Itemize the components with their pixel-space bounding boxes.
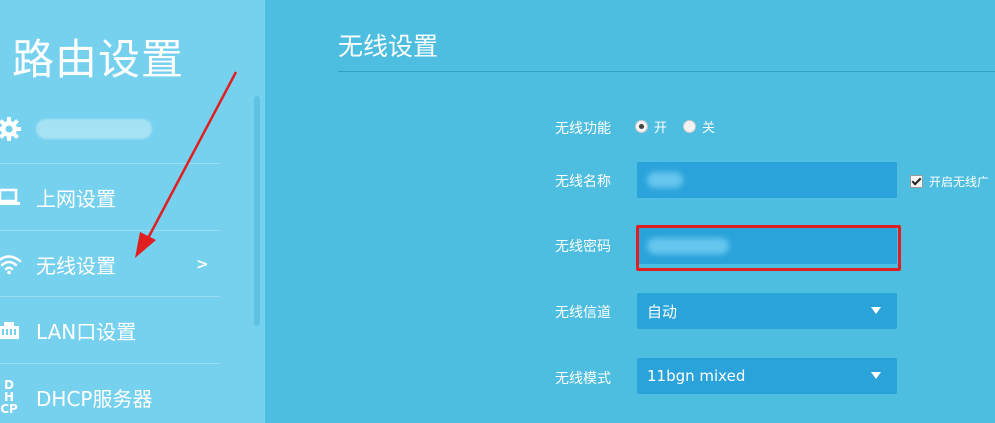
main-panel: 无线设置 无线功能 开 关 无线名称 开启无线广 无线密码 无线信道 自动 无线… <box>265 0 995 423</box>
gear-icon <box>0 116 22 142</box>
dropdown-caret-icon <box>871 307 881 314</box>
broadcast-checkbox[interactable] <box>910 175 923 188</box>
title-divider <box>338 71 995 72</box>
sidebar: 路由设置 上网设置 无线设置 > LAN口设置 DH CP DHCP服务器 <box>0 0 265 423</box>
sidebar-item-wireless[interactable]: 无线设置 > <box>0 231 220 297</box>
mode-value: 11bgn mixed <box>647 367 746 385</box>
blurred-label <box>36 119 152 139</box>
channel-label: 无线信道 <box>555 305 611 321</box>
sidebar-item-dhcp[interactable]: DH CP DHCP服务器 <box>0 364 220 423</box>
radio-on-label: 开 <box>654 121 668 136</box>
sidebar-item-label: LAN口设置 <box>36 319 137 344</box>
sidebar-item-label: DHCP服务器 <box>36 386 153 411</box>
mode-select[interactable]: 11bgn mixed <box>637 358 897 394</box>
chevron-right-icon: > <box>196 255 209 273</box>
sidebar-item-blurred[interactable] <box>0 96 220 162</box>
ssid-input[interactable] <box>637 162 897 198</box>
dhcp-icon: DH CP <box>0 378 18 416</box>
wireless-function-radios: 开 关 <box>635 117 715 136</box>
dropdown-caret-icon <box>871 372 881 379</box>
sidebar-scrollbar[interactable] <box>254 96 260 326</box>
channel-select[interactable]: 自动 <box>637 293 897 329</box>
ssid-label: 无线名称 <box>555 174 611 190</box>
sidebar-item-label: 上网设置 <box>36 186 116 211</box>
mode-label: 无线模式 <box>555 371 611 387</box>
sidebar-item-internet[interactable]: 上网设置 <box>0 164 220 230</box>
sidebar-item-lan[interactable]: LAN口设置 <box>0 297 220 363</box>
channel-value: 自动 <box>647 302 678 321</box>
blurred-password <box>647 238 729 254</box>
radio-on[interactable] <box>635 120 648 133</box>
page-title: 无线设置 <box>338 32 439 61</box>
radio-off[interactable] <box>683 120 697 133</box>
broadcast-label: 开启无线广 <box>929 175 990 189</box>
password-input[interactable] <box>637 228 897 264</box>
wifi-icon <box>0 251 22 277</box>
laptop-icon <box>0 184 22 210</box>
sidebar-item-label: 无线设置 <box>36 253 116 278</box>
password-label: 无线密码 <box>555 239 611 255</box>
sidebar-title: 路由设置 <box>12 35 185 84</box>
wireless-function-label: 无线功能 <box>555 121 611 137</box>
radio-off-label: 关 <box>702 121 716 136</box>
ethernet-port-icon <box>0 317 22 343</box>
blurred-ssid <box>647 172 683 188</box>
broadcast-ssid-option[interactable]: 开启无线广 <box>910 173 989 190</box>
